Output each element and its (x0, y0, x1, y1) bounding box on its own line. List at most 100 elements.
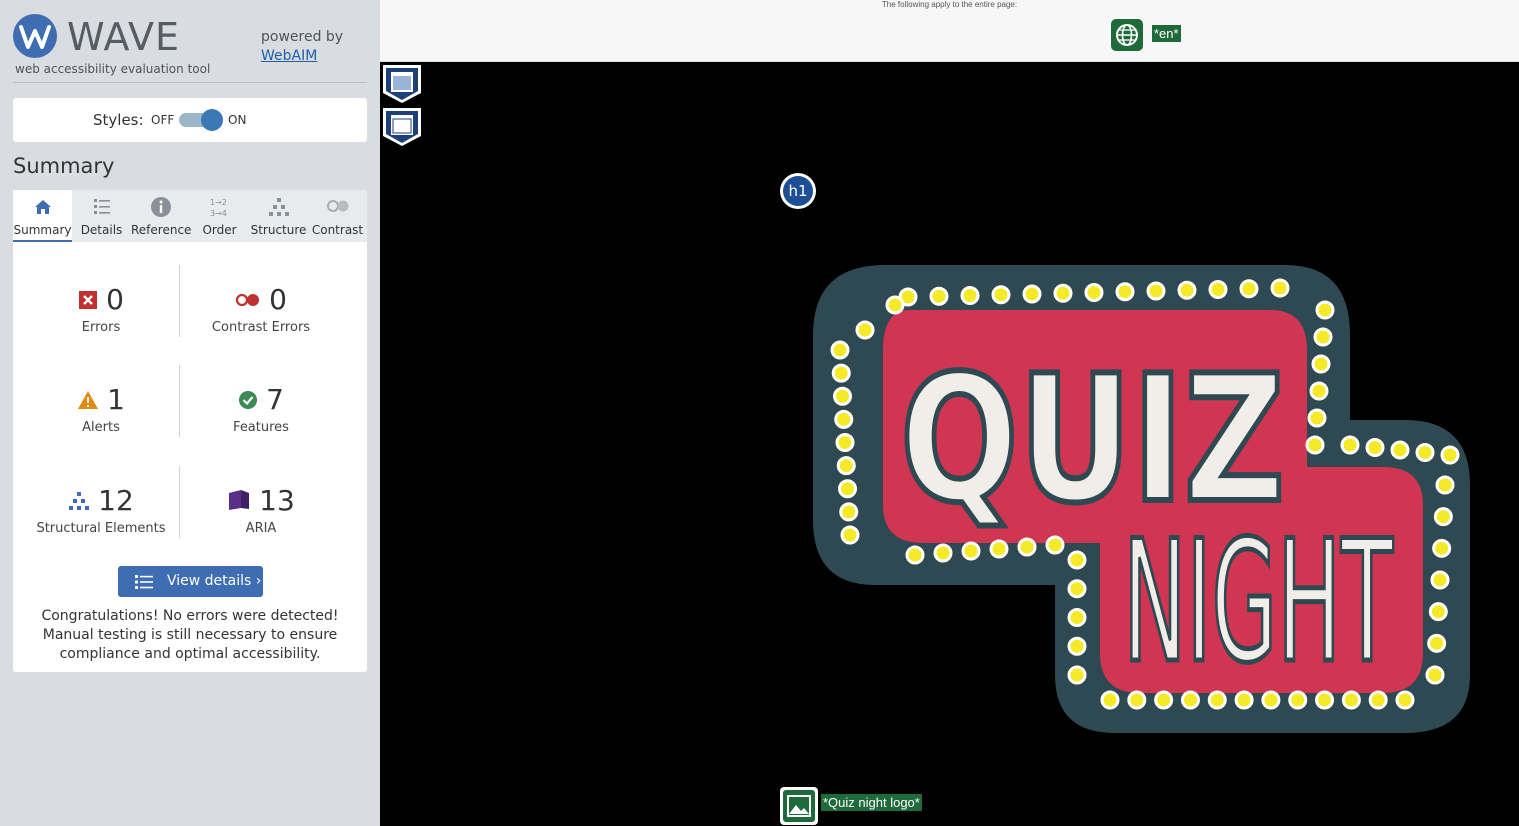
stat-errors[interactable]: 0 Errors (21, 283, 181, 335)
page-info-bar: The following apply to the entire page: … (380, 0, 1519, 62)
tab-structure[interactable]: Structure (249, 190, 308, 242)
stat-structural[interactable]: 12 Structural Elements (21, 484, 181, 536)
view-details-button[interactable]: View details › (118, 566, 263, 597)
styles-on-label: ON (228, 113, 247, 127)
marquee-bulb (835, 433, 855, 452)
marquee-bulb (1430, 570, 1450, 590)
svg-text:3→4: 3→4 (210, 209, 227, 218)
marquee-bulb (1311, 354, 1331, 374)
tab-summary[interactable]: Summary (13, 190, 72, 242)
list-icon (135, 574, 153, 594)
image-alt-icon[interactable] (780, 787, 818, 825)
tab-label: Structure (250, 223, 307, 237)
structural-label: Structural Elements (36, 521, 166, 536)
marquee-bulb (1084, 283, 1104, 302)
marquee-bulb (1053, 283, 1073, 303)
marquee-bulb (1390, 440, 1410, 460)
aria-icon (227, 485, 251, 519)
contrast-errors-label: Contrast Errors (211, 320, 311, 335)
marquee-bulb (885, 295, 905, 315)
divider (179, 466, 180, 538)
marquee-bulb (1067, 579, 1087, 599)
errors-label: Errors (81, 320, 121, 335)
styles-toggle[interactable] (179, 109, 223, 131)
info-icon (131, 196, 190, 218)
marquee-bulb (830, 340, 850, 360)
marquee-bulb (1427, 633, 1447, 653)
marquee-bulb (1067, 636, 1087, 656)
wave-sidebar: WAVE web accessibility evaluation tool p… (0, 0, 380, 826)
marquee-bulb (1022, 284, 1042, 304)
marquee-bulb (1315, 300, 1335, 320)
structure-icon (68, 485, 90, 519)
styles-toggle-box: Styles: OFF ON (13, 98, 367, 142)
marquee-bulb (1146, 281, 1166, 301)
marquee-bulb (929, 286, 949, 306)
tab-label: Contrast (311, 223, 364, 237)
marquee-bulb (1067, 665, 1087, 685)
tab-label: Summary (13, 223, 72, 237)
wave-logo-title: WAVE (67, 15, 181, 59)
stat-features[interactable]: 7 Features (181, 383, 341, 435)
stat-alerts[interactable]: 1 Alerts (21, 383, 181, 435)
marquee-bulb (1309, 381, 1329, 401)
summary-heading: Summary (13, 154, 115, 178)
tab-reference[interactable]: Reference (131, 190, 192, 242)
alt-text-badge: *Quiz night logo* (821, 794, 922, 811)
summary-panel: Summary Details Reference 1→2 3→4 Order S… (13, 190, 367, 672)
structure-region-icon[interactable] (381, 63, 423, 105)
heading-h1-icon[interactable]: h1 (780, 173, 816, 209)
marquee-bulb (1340, 435, 1360, 455)
stat-aria[interactable]: 13 ARIA (181, 484, 341, 536)
marquee-bulb (1428, 602, 1448, 622)
features-label: Features (233, 420, 289, 435)
contrast-errors-count: 0 (269, 283, 287, 316)
marquee-bulb (1415, 443, 1435, 462)
marquee-bulb (1208, 280, 1228, 299)
alert-icon (77, 384, 99, 418)
stat-contrast-errors[interactable]: 0 Contrast Errors (181, 283, 341, 335)
aria-label: ARIA (245, 521, 277, 536)
marquee-bulb (838, 479, 857, 499)
marquee-bulb (1425, 665, 1445, 685)
marquee-bulb (1067, 608, 1087, 627)
marquee-bulb (933, 543, 953, 563)
marquee-bulb (1435, 475, 1455, 495)
view-details-label: View details › (167, 573, 262, 589)
heading-h1-label: h1 (783, 176, 813, 206)
contrast-error-icon (235, 284, 261, 318)
tab-contrast[interactable]: Contrast (308, 190, 367, 242)
marquee-bulb (855, 320, 875, 340)
divider (179, 365, 180, 437)
webaim-link[interactable]: WebAIM (261, 47, 317, 66)
home-icon (13, 196, 72, 218)
contrast-icon (308, 196, 367, 218)
marquee-bulb (1432, 538, 1452, 558)
order-icon: 1→2 3→4 (190, 196, 249, 218)
tab-label: Order (202, 223, 237, 237)
tab-label: Details (80, 223, 123, 237)
marquee-bulb (989, 539, 1009, 559)
alerts-label: Alerts (82, 420, 120, 435)
tab-details[interactable]: Details (72, 190, 131, 242)
marquee-bulb (1239, 279, 1259, 299)
marquee-bulb (1177, 280, 1197, 300)
error-icon (78, 284, 98, 318)
marquee-bulb (836, 456, 856, 476)
tab-order[interactable]: 1→2 3→4 Order (190, 190, 249, 242)
structure-region-icon[interactable] (381, 106, 423, 148)
marquee-bulb (1395, 690, 1415, 710)
marquee-bulb (1270, 278, 1290, 298)
tab-label: Reference (131, 223, 192, 237)
alerts-count: 1 (107, 383, 125, 416)
marquee-bulb (1305, 435, 1325, 455)
marquee-bulb (840, 525, 860, 545)
aria-count: 13 (259, 484, 295, 517)
language-feature-icon[interactable] (1111, 19, 1143, 51)
toggle-knob[interactable] (201, 109, 223, 131)
marquee-bulb (834, 409, 854, 429)
list-icon (72, 196, 131, 218)
panel-tabs: Summary Details Reference 1→2 3→4 Order S… (13, 190, 367, 242)
congrats-message: Congratulations! No errors were detected… (41, 608, 339, 662)
marquee-bulb (1307, 408, 1327, 428)
